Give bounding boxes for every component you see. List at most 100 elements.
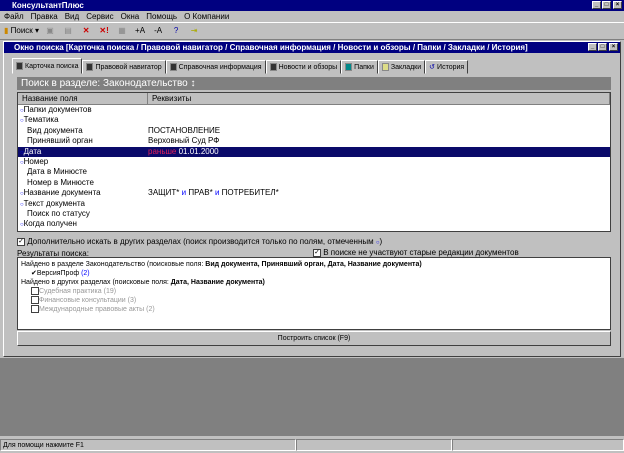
field-value: Верховный Суд РФ <box>148 136 220 146</box>
menu-windows[interactable]: Окна <box>121 11 140 22</box>
font-up-button[interactable]: +A <box>133 24 147 38</box>
results-box: Найдено в разделе Законодательство (поис… <box>17 257 611 330</box>
toolbar: ▮ Поиск ▾ ▣ ▤ ✕ ✕! ▦ +A -A ? ⇥ <box>0 22 624 40</box>
field-name: ○Дата <box>20 146 42 156</box>
tab-news[interactable]: Новости и обзоры <box>265 60 342 74</box>
close-button[interactable]: × <box>613 1 622 9</box>
search-window: Окно поиска [Карточка поиска / Правовой … <box>3 41 621 357</box>
app-titlebar: КонсультантПлюс _ □ × <box>0 0 624 11</box>
search-button[interactable]: ▮ Поиск ▾ <box>4 24 39 38</box>
help-icon[interactable]: ? <box>169 24 183 38</box>
menu-view[interactable]: Вид <box>65 11 79 22</box>
column-header-value: Реквизиты <box>148 93 610 104</box>
old-editions-checkbox[interactable]: ✓ <box>313 248 321 257</box>
table-row[interactable]: ○Текст документа <box>18 199 610 209</box>
dropdown-icon: ↕ <box>190 78 196 89</box>
search-icon: ▮ <box>4 26 9 35</box>
section-selector[interactable]: Поиск в разделе: Законодательство ↕ <box>17 77 611 90</box>
mdi-workspace <box>0 358 624 436</box>
field-value: ЗАЩИТ* и ПРАВ* и ПОТРЕБИТЕЛ* <box>148 188 279 198</box>
window-maximize-button[interactable]: □ <box>598 43 607 51</box>
maximize-button[interactable]: □ <box>602 1 611 9</box>
search-window-title: Окно поиска [Карточка поиска / Правовой … <box>4 42 620 53</box>
menu-about[interactable]: О Компании <box>184 11 229 22</box>
unchecked-box <box>31 287 39 296</box>
status-panel <box>296 439 452 451</box>
status-text: Для помощи нажмите F1 <box>0 439 296 451</box>
menu-file[interactable]: Файл <box>4 11 24 22</box>
window-close-button[interactable]: × <box>609 43 618 51</box>
field-name: ○Когда получен <box>20 219 77 229</box>
table-row[interactable]: Номер в Минюсте <box>18 178 610 188</box>
column-header-field: Название поля <box>18 93 148 104</box>
result-item[interactable]: ✔ВерсияПроф (2) <box>21 269 607 278</box>
tab-history[interactable]: ↺ История <box>425 60 469 74</box>
menu-help[interactable]: Помощь <box>146 11 177 22</box>
found-main: Найдено в разделе Законодательство (поис… <box>21 261 422 268</box>
font-down-button[interactable]: -A <box>151 24 165 38</box>
status-bar: Для помощи нажмите F1 <box>0 437 624 453</box>
window-minimize-button[interactable]: _ <box>588 43 597 51</box>
print-icon[interactable]: ▦ <box>115 24 129 38</box>
field-name: Поиск по статусу <box>27 208 90 218</box>
paste-icon[interactable]: ▤ <box>61 24 75 38</box>
field-value: ПОСТАНОВЛЕНИЕ <box>148 125 221 135</box>
table-row[interactable]: ○Номер <box>18 157 610 167</box>
search-card-table: Название поля Реквизиты ○Папки документов… <box>17 92 611 232</box>
field-name: ○Номер <box>20 156 49 166</box>
field-value <box>148 157 610 167</box>
tab-legal-navigator[interactable]: Правовой навигатор <box>82 60 166 74</box>
reference-icon <box>169 63 177 71</box>
folder-icon <box>345 63 353 71</box>
card-icon <box>16 62 23 70</box>
tab-reference[interactable]: Справочная информация <box>165 60 266 74</box>
news-icon <box>269 63 277 71</box>
field-value <box>148 199 610 209</box>
result-item-disabled: Международные правовые акты (2) <box>21 305 607 314</box>
old-editions-option[interactable]: ✓ В поиске не участвуют старые редакции … <box>313 248 519 257</box>
field-name: ○Название документа <box>20 188 101 198</box>
field-value <box>148 178 610 188</box>
found-other: Найдено в других разделах (поисковые пол… <box>21 279 265 286</box>
field-name: Принявший орган <box>27 136 93 146</box>
tab-folders[interactable]: Папки <box>341 60 378 74</box>
menu-bar: Файл Правка Вид Сервис Окна Помощь О Ком… <box>0 11 229 22</box>
table-row[interactable]: ○Когда получен <box>18 219 610 229</box>
delete-icon[interactable]: ✕ <box>79 24 93 38</box>
extra-search-option[interactable]: ✓ Дополнительно искать в других разделах… <box>17 237 382 246</box>
table-row[interactable]: Принявший орган Верховный Суд РФ <box>18 136 610 146</box>
field-name: ○Тематика <box>20 115 59 125</box>
status-panel <box>452 439 624 451</box>
extra-search-checkbox[interactable]: ✓ <box>17 237 25 246</box>
field-value <box>148 219 610 229</box>
field-name: Дата в Минюсте <box>27 167 87 177</box>
menu-service[interactable]: Сервис <box>86 11 113 22</box>
field-value <box>148 105 610 115</box>
table-row[interactable]: ○Название документа ЗАЩИТ* и ПРАВ* и ПОТР… <box>18 188 610 198</box>
tab-search-card[interactable]: Карточка поиска <box>12 58 83 74</box>
field-value <box>148 115 610 125</box>
table-row[interactable]: ○Папки документов <box>18 105 610 115</box>
tab-bookmarks[interactable]: Закладки <box>377 60 426 74</box>
unchecked-box <box>31 296 39 305</box>
bookmark-icon <box>381 63 389 71</box>
result-item-disabled: Судебная практика (19) <box>21 287 607 296</box>
app-title: КонсультантПлюс <box>12 1 84 10</box>
navigator-icon <box>86 63 94 71</box>
minimize-button[interactable]: _ <box>592 1 601 9</box>
field-name: Номер в Минюсте <box>27 177 94 187</box>
exit-icon[interactable]: ⇥ <box>187 24 201 38</box>
menu-edit[interactable]: Правка <box>31 11 58 22</box>
field-value <box>148 209 610 219</box>
history-icon: ↺ <box>429 63 436 71</box>
table-row[interactable]: ○Дата раньше 01.01.2000 <box>18 146 610 157</box>
table-row[interactable]: ○Тематика <box>18 115 610 125</box>
table-row[interactable]: Дата в Минюсте <box>18 167 610 177</box>
build-list-button[interactable]: Построить список (F9) <box>17 331 611 346</box>
field-value: раньше 01.01.2000 <box>148 146 219 156</box>
delete-all-icon[interactable]: ✕! <box>97 24 111 38</box>
copy-icon[interactable]: ▣ <box>43 24 57 38</box>
table-row[interactable]: Вид документа ПОСТАНОВЛЕНИЕ <box>18 126 610 136</box>
result-item-disabled: Финансовые консультации (3) <box>21 296 607 305</box>
table-row[interactable]: Поиск по статусу <box>18 209 610 219</box>
